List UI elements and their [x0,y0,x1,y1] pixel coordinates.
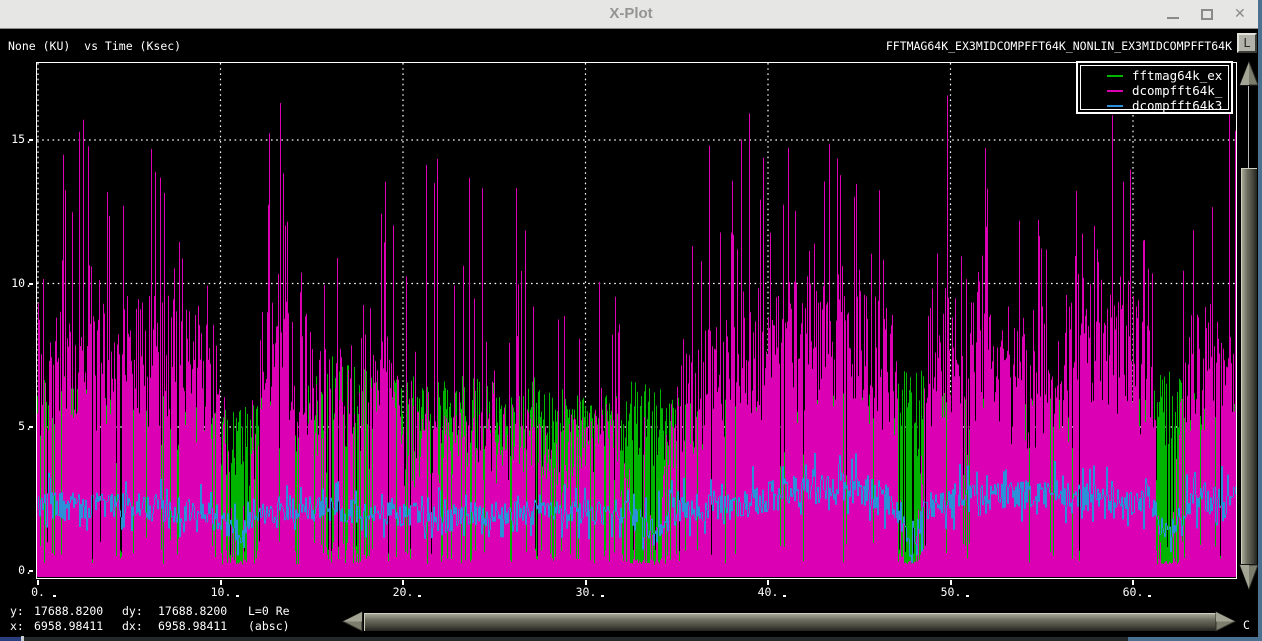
y-tick-label: 10. [2,276,32,290]
window-bottom-edge-navy [0,637,21,641]
x-tick-dot [236,595,239,597]
window-bottom-edge [0,637,1258,641]
legend-line-icon [1107,75,1123,77]
minimize-button[interactable] [1158,0,1188,29]
y-tick-label: 0. [2,563,32,577]
status-l2: dx: [122,619,143,633]
status-v2: 17688.8200 [158,604,227,618]
legend-label: dcompfft64k3 [1132,99,1222,113]
x-tick-dot [783,595,786,597]
x-tick-mark [585,580,587,585]
window-resize-notch[interactable] [21,636,24,641]
corner-c-label: C [1243,618,1250,632]
close-icon: ✕ [1234,6,1246,22]
y-tick-mark [29,570,33,572]
x-tick-mark [767,580,769,585]
legend-entry: dcompfft64k_ [1107,83,1228,98]
x-tick-dot [1148,595,1151,597]
x-tick-mark [37,580,39,585]
axis-units-label: None (KU) vs Time (Ksec) [8,39,181,53]
maximize-icon [1201,9,1213,20]
y-tick-mark [29,283,33,285]
hscroll-right-arrow-icon[interactable] [1214,611,1262,633]
legend-entry: dcompfft64k3 [1107,98,1228,113]
legend-label: fftmag64k_ex [1132,69,1222,83]
xplot-window: X-Plot ✕ None (KU) vs Time (Ksec) FFTMAG… [0,0,1262,641]
window-right-edge [1258,0,1262,641]
maximize-button[interactable] [1192,0,1222,29]
legend-label: dcompfft64k_ [1132,84,1222,98]
x-tick-dot [966,595,969,597]
status-row: x: 6958.98411 dx: 6958.98411 (absc) [0,619,340,634]
status-extra: L=0 Re [248,604,290,618]
window-bottom-edge-blue [1128,637,1258,641]
y-tick-mark [29,139,33,141]
status-v1: 17688.8200 [34,604,103,618]
l-button[interactable]: L [1237,33,1257,53]
vscroll-down-arrow-icon[interactable] [1238,563,1260,591]
window-title: X-Plot [0,5,1262,22]
hscroll-thumb[interactable] [364,613,1216,631]
status-v2: 6958.98411 [158,619,227,633]
vscroll-track-line[interactable] [1248,86,1249,168]
x-tick-dot [601,595,604,597]
minimize-icon [1167,17,1179,19]
close-button[interactable]: ✕ [1226,0,1256,29]
legend-inner: fftmag64k_exdcompfft64k_dcompfft64k3 [1080,65,1229,110]
plot-frame [36,62,1237,579]
status-l1: y: [10,604,24,618]
plot-canvas[interactable] [37,63,1236,578]
x-tick-mark [402,580,404,585]
title-bar[interactable]: X-Plot ✕ [0,0,1262,29]
status-row: y: 17688.8200 dy: 17688.8200 L=0 Re [0,604,340,619]
x-tick-mark [1132,580,1134,585]
x-tick-mark [950,580,952,585]
x-tick-dot [418,595,421,597]
vscroll-up-arrow-icon[interactable] [1238,60,1260,88]
x-tick-mark [220,580,222,585]
status-l1: x: [10,619,24,633]
vscroll-thumb[interactable] [1241,168,1257,564]
y-tick-label: 15. [2,132,32,146]
legend-line-icon [1107,105,1123,107]
legend-line-icon [1107,90,1123,92]
dataset-title-label: FFTMAG64K_EX3MIDCOMPFFT64K_NONLIN_EX3MID… [886,39,1232,53]
x-tick-dot [53,595,56,597]
y-tick-mark [29,426,33,428]
legend-entry: fftmag64k_ex [1107,68,1228,83]
status-v1: 6958.98411 [34,619,103,633]
status-extra: (absc) [248,619,290,633]
status-l2: dy: [122,604,143,618]
y-tick-label: 5. [2,419,32,433]
legend-box: fftmag64k_exdcompfft64k_dcompfft64k3 [1076,61,1233,114]
